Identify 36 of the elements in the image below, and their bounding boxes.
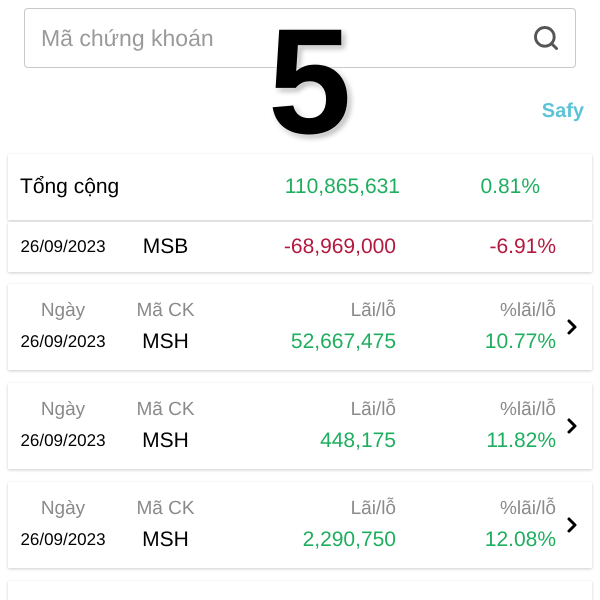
- stock-code: MSH: [141, 526, 190, 552]
- stock-code: MSH: [141, 428, 190, 454]
- column-label: Mã CK: [135, 299, 196, 323]
- profit-value: 2,290,750: [302, 526, 396, 552]
- total-percent: 0.81%: [479, 174, 540, 200]
- trade-date: 26/09/2023: [19, 236, 107, 258]
- column-label: Lãi/lỗ: [350, 398, 396, 422]
- profit-percent: -6.91%: [488, 234, 556, 260]
- column-label: %lãi/lỗ: [499, 496, 556, 521]
- total-label: Tổng cộng: [20, 174, 120, 200]
- column-label: Mã CK: [135, 398, 196, 422]
- column-label: Lãi/lỗ: [350, 496, 396, 521]
- trade-card[interactable]: Ngày Mã CK Lãi/lỗ %lãi/lỗ 26/09/2023 MSH 2,290,750 12.08%: [8, 482, 592, 568]
- column-label: Ngày: [40, 299, 86, 323]
- column-label: %lãi/lỗ: [499, 298, 556, 323]
- profit-percent: 10.77%: [484, 328, 556, 354]
- column-label: Ngày: [40, 398, 86, 422]
- trade-date: 26/09/2023: [19, 430, 107, 452]
- trade-date: 26/09/2023: [19, 528, 107, 550]
- trade-card[interactable]: 26/09/2023 MSB -68,969,000 -6.91%: [8, 222, 592, 272]
- profit-percent: 12.08%: [484, 526, 556, 552]
- search-icon[interactable]: [532, 24, 560, 52]
- stock-code: MSH: [141, 328, 190, 354]
- profit-value: 448,175: [319, 428, 396, 454]
- total-profit: 110,865,631: [284, 174, 400, 200]
- trade-card[interactable]: Ngày Mã CK Lãi/lỗ %lãi/lỗ 26/09/2023 MSH 448,175 11.82%: [8, 383, 592, 469]
- stock-code: MSB: [142, 234, 190, 260]
- profit-value: -68,969,000: [282, 234, 396, 260]
- column-label: %lãi/lỗ: [499, 398, 556, 422]
- column-label: Ngày: [40, 497, 86, 521]
- profit-value: 52,667,475: [290, 328, 396, 354]
- column-label: Lãi/lỗ: [350, 298, 396, 323]
- profit-percent: 11.82%: [485, 428, 556, 454]
- column-label: Mã CK: [135, 497, 196, 521]
- trade-date: 26/09/2023: [19, 330, 107, 352]
- trade-card[interactable]: Ngày Mã CK Lãi/lỗ %lãi/lỗ 26/09/2023 MSH 52,667,475 10.77%: [8, 284, 592, 370]
